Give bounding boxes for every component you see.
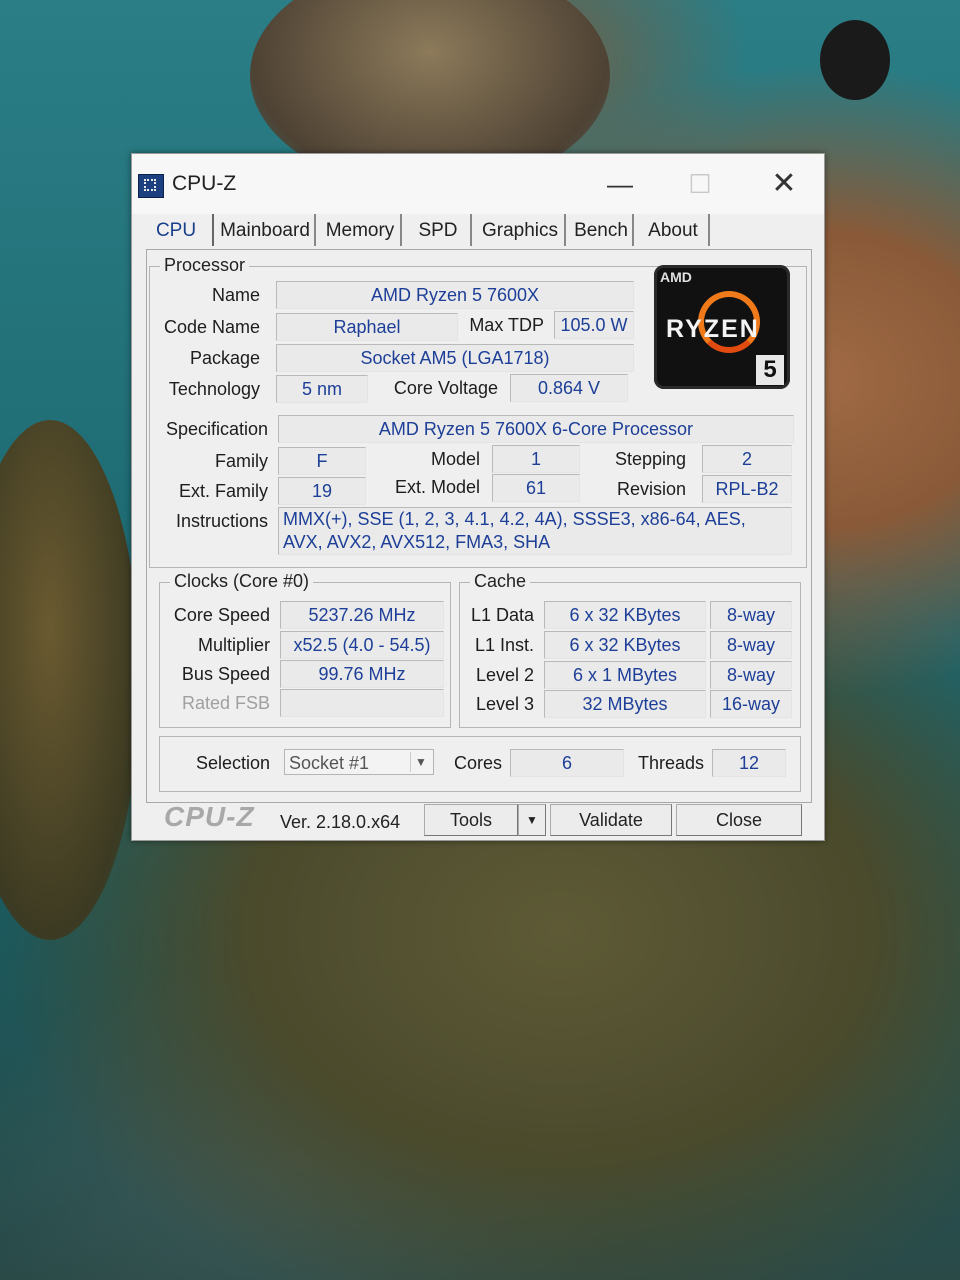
- tools-dropdown-arrow-icon[interactable]: ▼: [518, 804, 546, 836]
- revision-value: RPL-B2: [702, 475, 792, 503]
- extfamily-value: 19: [278, 477, 366, 505]
- cpuz-app-icon: [138, 174, 164, 198]
- extmodel-label: Ext. Model: [394, 477, 480, 497]
- cache-row-label: L1 Data: [470, 605, 534, 625]
- cores-value: 6: [510, 749, 624, 777]
- instructions-label: Instructions: [175, 511, 268, 531]
- maxtdp-value: 105.0 W: [554, 311, 634, 339]
- threads-label: Threads: [637, 753, 704, 773]
- cpu-tab-panel: Processor Name AMD Ryzen 5 7600X Code Na…: [146, 249, 812, 803]
- family-label: Family: [215, 451, 268, 471]
- instructions-value: MMX(+), SSE (1, 2, 3, 4.1, 4.2, 4A), SSS…: [278, 507, 792, 555]
- cache-row-size: 6 x 1 MBytes: [544, 661, 706, 689]
- chevron-down-icon[interactable]: ▼: [410, 752, 431, 772]
- instructions-line-1: MMX(+), SSE (1, 2, 3, 4.1, 4.2, 4A), SSS…: [283, 509, 746, 529]
- cache-row-ways: 8-way: [710, 631, 792, 659]
- ryzen-logo-text: RYZEN: [666, 315, 760, 343]
- model-value: 1: [492, 445, 580, 473]
- ryzen-tier-text: 5: [756, 355, 784, 385]
- model-label: Model: [430, 449, 480, 469]
- busspeed-value: 99.76 MHz: [280, 660, 444, 688]
- turtle-eye-shape: [820, 20, 890, 100]
- socket-select[interactable]: Socket #1 ▼: [284, 749, 434, 775]
- cache-legend: Cache: [470, 571, 531, 592]
- validate-button[interactable]: Validate: [550, 804, 672, 836]
- turtle-shell-shape: [0, 420, 140, 940]
- cache-row-ways: 8-way: [710, 601, 792, 629]
- busspeed-label: Bus Speed: [181, 664, 270, 684]
- extmodel-value: 61: [492, 474, 580, 502]
- tools-button[interactable]: Tools: [424, 804, 518, 836]
- processor-legend: Processor: [160, 255, 250, 276]
- cores-label: Cores: [453, 753, 502, 773]
- name-label: Name: [211, 285, 260, 305]
- maximize-button[interactable]: ☐: [680, 164, 720, 204]
- multiplier-label: Multiplier: [197, 635, 270, 655]
- cache-row-size: 6 x 32 KBytes: [544, 631, 706, 659]
- tab-mainboard[interactable]: Mainboard: [216, 214, 316, 246]
- cpuz-window: CPU-Z — ☐ ✕ CPU Mainboard Memory SPD Gra…: [131, 153, 825, 841]
- clocks-group: Clocks (Core #0) Core Speed 5237.26 MHz …: [159, 571, 451, 728]
- close-button[interactable]: Close: [676, 804, 802, 836]
- version-text: Ver. 2.18.0.x64: [280, 812, 401, 832]
- tab-cpu[interactable]: CPU: [140, 214, 214, 246]
- threads-value: 12: [712, 749, 786, 777]
- package-label: Package: [189, 348, 260, 368]
- revision-label: Revision: [616, 479, 686, 499]
- cache-row-label: Level 2: [475, 665, 534, 685]
- stepping-value: 2: [702, 445, 792, 473]
- processor-group: Processor Name AMD Ryzen 5 7600X Code Na…: [149, 255, 807, 568]
- tab-bench[interactable]: Bench: [570, 214, 634, 246]
- close-window-button[interactable]: ✕: [764, 164, 804, 204]
- tab-spd[interactable]: SPD: [406, 214, 472, 246]
- technology-value: 5 nm: [276, 375, 368, 403]
- tab-memory[interactable]: Memory: [320, 214, 402, 246]
- cpuz-brand-logo: CPU-Z: [164, 801, 255, 832]
- selection-group: Selection Socket #1 ▼ Cores 6 Threads 12: [159, 736, 801, 792]
- cache-row-ways: 16-way: [710, 690, 792, 718]
- stepping-label: Stepping: [614, 449, 686, 469]
- tab-bar: CPU Mainboard Memory SPD Graphics Bench …: [140, 214, 820, 248]
- corespeed-value: 5237.26 MHz: [280, 601, 444, 629]
- corevoltage-label: Core Voltage: [393, 378, 498, 398]
- clocks-legend: Clocks (Core #0): [170, 571, 314, 592]
- cache-row-label: Level 3: [475, 694, 534, 714]
- instructions-line-2: AVX, AVX2, AVX512, FMA3, SHA: [283, 532, 551, 552]
- window-title: CPU-Z: [172, 172, 237, 195]
- ratedfsb-value: [280, 689, 444, 717]
- corevoltage-value: 0.864 V: [510, 374, 628, 402]
- cache-row-size: 32 MBytes: [544, 690, 706, 718]
- specification-value: AMD Ryzen 5 7600X 6-Core Processor: [278, 415, 794, 443]
- tab-about[interactable]: About: [638, 214, 710, 246]
- multiplier-value: x52.5 (4.0 - 54.5): [280, 631, 444, 659]
- cache-row-size: 6 x 32 KBytes: [544, 601, 706, 629]
- tab-graphics[interactable]: Graphics: [476, 214, 566, 246]
- amd-logo-text: AMD: [660, 269, 692, 285]
- cache-group: Cache L1 Data 6 x 32 KBytes 8-way L1 Ins…: [459, 571, 801, 728]
- package-value: Socket AM5 (LGA1718): [276, 344, 634, 372]
- codename-label: Code Name: [163, 317, 260, 337]
- title-bar[interactable]: CPU-Z — ☐ ✕: [132, 154, 824, 214]
- name-value: AMD Ryzen 5 7600X: [276, 281, 634, 309]
- family-value: F: [278, 447, 366, 475]
- corespeed-label: Core Speed: [173, 605, 270, 625]
- selection-label: Selection: [195, 753, 270, 773]
- maxtdp-label: Max TDP: [469, 315, 544, 335]
- ratedfsb-label: Rated FSB: [181, 693, 270, 713]
- specification-label: Specification: [165, 419, 268, 439]
- technology-label: Technology: [168, 379, 260, 399]
- extfamily-label: Ext. Family: [178, 481, 268, 501]
- codename-value: Raphael: [276, 313, 458, 341]
- cache-row-ways: 8-way: [710, 661, 792, 689]
- socket-select-value: Socket #1: [289, 753, 370, 773]
- minimize-button[interactable]: —: [600, 164, 640, 204]
- amd-ryzen-5-logo: AMD RYZEN 5: [654, 265, 790, 389]
- cache-row-label: L1 Inst.: [474, 635, 534, 655]
- bottom-bar: CPU-Z Ver. 2.18.0.x64 Tools ▼ Validate C…: [132, 801, 824, 840]
